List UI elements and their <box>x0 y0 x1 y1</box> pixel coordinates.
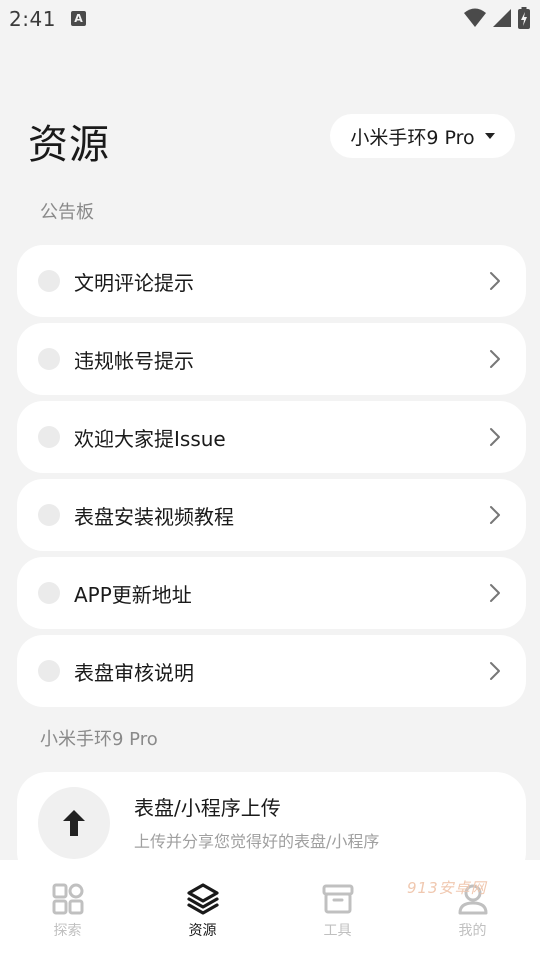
unread-dot-icon <box>38 426 60 448</box>
unread-dot-icon <box>38 660 60 682</box>
notice-item[interactable]: 表盘安装视频教程 <box>17 479 526 551</box>
layers-icon <box>186 882 220 916</box>
archive-box-icon <box>321 882 355 916</box>
chevron-right-icon <box>490 584 500 602</box>
notice-label: 欢迎大家提Issue <box>74 426 226 451</box>
battery-charging-icon <box>518 7 530 29</box>
nav-label: 探索 <box>53 923 82 939</box>
arrow-up-icon <box>63 810 85 836</box>
chevron-right-icon <box>490 272 500 290</box>
notice-label: 违规帐号提示 <box>74 348 194 373</box>
chevron-right-icon <box>490 428 500 446</box>
notice-list: 文明评论提示 违规帐号提示 欢迎大家提Issue 表盘安装视频教程 APP更新地… <box>17 245 526 713</box>
notice-label: APP更新地址 <box>74 582 192 607</box>
signal-icon <box>493 9 511 27</box>
notice-item[interactable]: 欢迎大家提Issue <box>17 401 526 473</box>
nav-label: 资源 <box>188 923 217 939</box>
chevron-right-icon <box>490 350 500 368</box>
grid-icon <box>51 882 85 916</box>
watermark: 913安卓网 <box>407 879 487 897</box>
upload-title: 表盘/小程序上传 <box>134 796 281 820</box>
upload-button-circle <box>38 787 110 859</box>
notice-section-title: 公告板 <box>40 202 94 223</box>
status-icons <box>464 7 530 29</box>
notice-label: 文明评论提示 <box>74 270 194 295</box>
status-bar: 2:41 A <box>0 0 540 36</box>
chevron-right-icon <box>490 506 500 524</box>
unread-dot-icon <box>38 504 60 526</box>
unread-dot-icon <box>38 348 60 370</box>
notice-label: 表盘审核说明 <box>74 660 194 685</box>
status-time: 2:41 <box>9 7 56 31</box>
unread-dot-icon <box>38 270 60 292</box>
notice-item[interactable]: 表盘审核说明 <box>17 635 526 707</box>
nav-item-explore[interactable]: 探索 <box>8 860 128 960</box>
device-section-title: 小米手环9 Pro <box>40 729 158 750</box>
notice-label: 表盘安装视频教程 <box>74 504 234 529</box>
device-selector-label: 小米手环9 Pro <box>350 126 475 149</box>
page-title: 资源 <box>28 122 110 168</box>
resources-screen: 2:41 A 资源 小米手环9 Pro 公告板 文明评论提示 违规帐号提示 欢迎… <box>0 0 540 960</box>
nav-item-me[interactable]: 我的 <box>413 860 533 960</box>
wifi-icon <box>464 8 486 27</box>
bottom-nav: 探索 资源 工具 我的 <box>0 860 540 960</box>
nav-item-resources[interactable]: 资源 <box>143 860 263 960</box>
device-selector[interactable]: 小米手环9 Pro <box>330 114 515 158</box>
nav-label: 工具 <box>323 923 352 939</box>
nav-item-tools[interactable]: 工具 <box>278 860 398 960</box>
chevron-right-icon <box>490 662 500 680</box>
nav-label: 我的 <box>458 923 487 939</box>
notice-item[interactable]: APP更新地址 <box>17 557 526 629</box>
upload-subtitle: 上传并分享您觉得好的表盘/小程序 <box>134 832 380 851</box>
notice-item[interactable]: 文明评论提示 <box>17 245 526 317</box>
unread-dot-icon <box>38 582 60 604</box>
notice-item[interactable]: 违规帐号提示 <box>17 323 526 395</box>
caret-down-icon <box>484 133 495 139</box>
notification-a-icon: A <box>71 11 86 26</box>
